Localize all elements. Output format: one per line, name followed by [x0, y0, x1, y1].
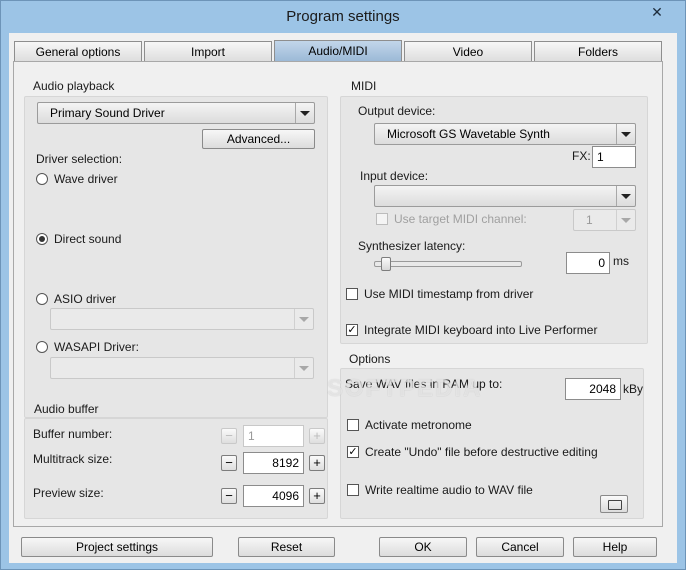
multitrack-plus[interactable]: +	[309, 455, 325, 471]
midi-group: Output device: Microsoft GS Wavetable Sy…	[340, 96, 648, 344]
use-target-channel-checkbox[interactable]	[376, 213, 388, 225]
chevron-down-icon	[616, 186, 635, 206]
dialog-client: General options Import Audio/MIDI Video …	[9, 33, 677, 563]
preview-minus[interactable]: −	[221, 488, 237, 504]
title-bar[interactable]: Program settings ✕	[1, 1, 685, 33]
window-title: Program settings	[286, 8, 400, 25]
wasapi-device-dropdown[interactable]	[50, 357, 314, 379]
tab-folders[interactable]: Folders	[534, 41, 662, 61]
preview-size-input[interactable]: 4096	[243, 485, 304, 507]
realtime-wav-label[interactable]: Write realtime audio to WAV file	[365, 483, 533, 497]
output-device-label: Output device:	[358, 104, 436, 118]
help-button[interactable]: Help	[573, 537, 657, 557]
wave-driver-radio[interactable]	[36, 173, 48, 185]
metronome-label[interactable]: Activate metronome	[365, 418, 472, 432]
asio-driver-label[interactable]: ASIO driver	[54, 292, 116, 306]
preview-size-label: Preview size:	[33, 486, 104, 500]
direct-sound-label[interactable]: Direct sound	[54, 232, 121, 246]
latency-unit: ms	[613, 254, 629, 268]
buffer-number-label: Buffer number:	[33, 427, 113, 441]
wave-driver-label[interactable]: Wave driver	[54, 172, 118, 186]
project-settings-button[interactable]: Project settings	[21, 537, 213, 557]
undo-file-label[interactable]: Create "Undo" file before destructive ed…	[365, 445, 598, 459]
chevron-down-icon	[616, 210, 635, 230]
midi-channel-dropdown[interactable]: 1	[573, 209, 636, 231]
audio-buffer-title: Audio buffer	[34, 402, 99, 416]
wasapi-driver-radio[interactable]	[36, 341, 48, 353]
wasapi-driver-label[interactable]: WASAPI Driver:	[54, 340, 139, 354]
midi-timestamp-checkbox[interactable]	[346, 288, 358, 300]
input-device-dropdown[interactable]	[374, 185, 636, 207]
audio-device-dropdown[interactable]: Primary Sound Driver	[37, 102, 315, 124]
multitrack-size-input[interactable]: 8192	[243, 452, 304, 474]
tab-general-options[interactable]: General options	[14, 41, 142, 61]
advanced-button[interactable]: Advanced...	[202, 129, 315, 149]
driver-selection-label: Driver selection:	[36, 152, 123, 166]
audio-midi-panel: Audio playback Primary Sound Driver Adva…	[13, 61, 663, 527]
asio-device-dropdown[interactable]	[50, 308, 314, 330]
output-device-value: Microsoft GS Wavetable Synth	[387, 127, 550, 141]
latency-slider-thumb[interactable]	[380, 257, 391, 271]
audio-device-value: Primary Sound Driver	[50, 106, 165, 120]
integrate-keyboard-checkbox[interactable]: ✓	[346, 324, 358, 336]
save-wav-input[interactable]: 2048	[565, 378, 621, 400]
reset-button[interactable]: Reset	[238, 537, 335, 557]
close-icon[interactable]: ✕	[635, 2, 679, 22]
input-device-label: Input device:	[360, 169, 429, 183]
buffer-number-minus[interactable]: −	[221, 428, 237, 444]
midi-title: MIDI	[351, 79, 377, 93]
save-wav-unit: kBy	[623, 382, 644, 396]
latency-slider-track[interactable]	[374, 261, 522, 267]
metronome-checkbox[interactable]	[347, 419, 359, 431]
asio-driver-radio[interactable]	[36, 293, 48, 305]
chevron-down-icon	[294, 309, 313, 329]
cancel-button[interactable]: Cancel	[476, 537, 564, 557]
audio-buffer-group: Buffer number: − 1 + Multitrack size: − …	[24, 418, 328, 519]
options-title: Options	[349, 352, 391, 366]
realtime-wav-checkbox[interactable]	[347, 484, 359, 496]
multitrack-minus[interactable]: −	[221, 455, 237, 471]
chevron-down-icon	[295, 103, 314, 123]
program-settings-window: Program settings ✕ General options Impor…	[0, 0, 686, 570]
audio-playback-title: Audio playback	[33, 79, 115, 93]
preview-plus[interactable]: +	[309, 488, 325, 504]
use-target-channel-label[interactable]: Use target MIDI channel:	[394, 212, 527, 226]
direct-sound-radio[interactable]	[36, 233, 48, 245]
watermark: SOFTPEDIA	[327, 375, 483, 402]
fx-label: FX:	[572, 149, 591, 163]
tab-import[interactable]: Import	[144, 41, 272, 61]
fx-input[interactable]: 1	[592, 146, 636, 168]
folder-icon[interactable]	[600, 495, 628, 513]
integrate-keyboard-label[interactable]: Integrate MIDI keyboard into Live Perfor…	[364, 323, 597, 337]
buffer-number-input[interactable]: 1	[243, 425, 304, 447]
tab-audio-midi[interactable]: Audio/MIDI	[274, 40, 402, 62]
output-device-dropdown[interactable]: Microsoft GS Wavetable Synth	[374, 123, 636, 145]
latency-input[interactable]: 0	[566, 252, 610, 274]
tab-video[interactable]: Video	[404, 41, 532, 61]
chevron-down-icon	[294, 358, 313, 378]
undo-file-checkbox[interactable]: ✓	[347, 446, 359, 458]
ok-button[interactable]: OK	[379, 537, 467, 557]
chevron-down-icon	[616, 124, 635, 144]
multitrack-size-label: Multitrack size:	[33, 452, 113, 466]
audio-playback-group: Primary Sound Driver Advanced... Driver …	[24, 96, 328, 418]
synth-latency-label: Synthesizer latency:	[358, 239, 466, 253]
midi-timestamp-label[interactable]: Use MIDI timestamp from driver	[364, 287, 533, 301]
midi-channel-value: 1	[586, 213, 593, 227]
buffer-number-plus[interactable]: +	[309, 428, 325, 444]
